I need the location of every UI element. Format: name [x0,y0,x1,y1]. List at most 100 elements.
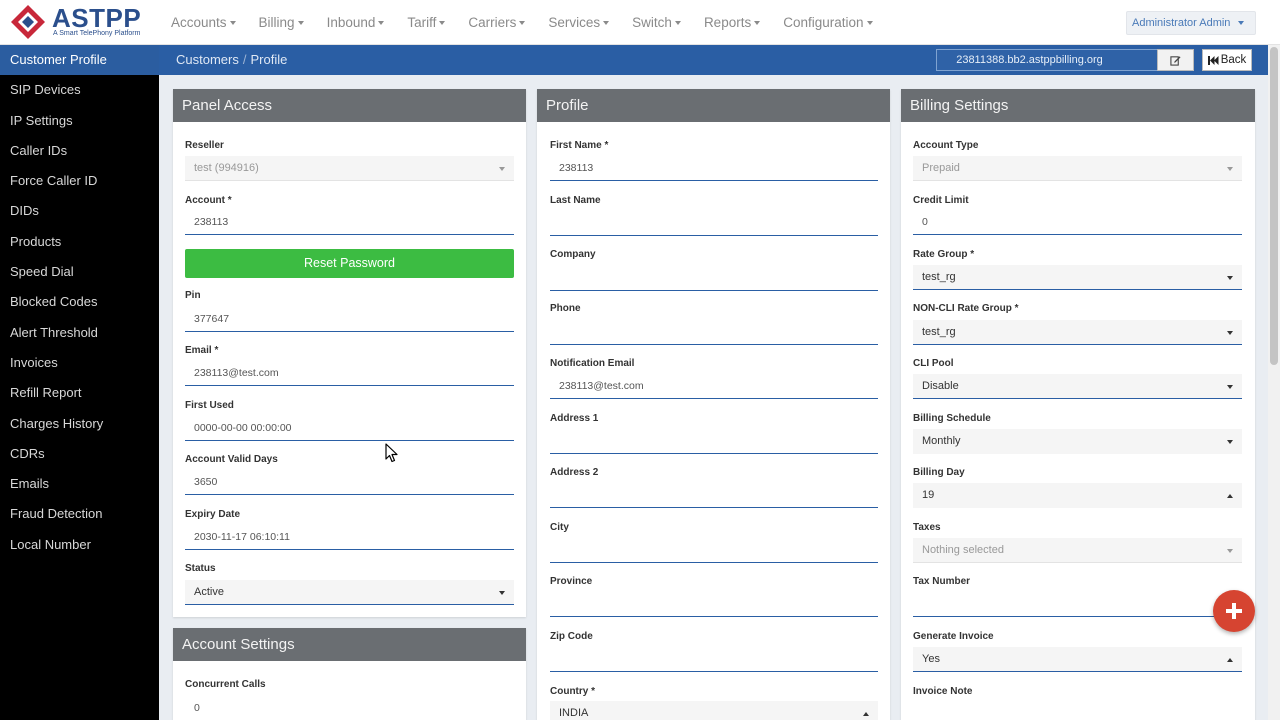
nav-billing[interactable]: Billing [259,15,304,30]
sidebar-item-ip-settings[interactable]: IP Settings [0,106,159,136]
nav-switch[interactable]: Switch [632,15,681,30]
billing-schedule-select[interactable]: Monthly [913,429,1242,454]
country-label: Country * [550,686,595,697]
page-scrollbar[interactable] [1268,45,1280,720]
cli-pool-select[interactable]: Disable [913,374,1242,399]
concurrent-calls-input[interactable]: 0 [185,696,514,720]
sidebar-item-customer-profile[interactable]: Customer Profile [0,45,159,76]
billing-day-value: 19 [922,489,935,501]
expiry-date-input[interactable]: 2030-11-17 06:10:11 [185,525,514,550]
brand-logo[interactable]: ASTPP A Smart TelePhony Platform [10,3,155,41]
sidebar-item-force-caller-id[interactable]: Force Caller ID [0,166,159,196]
rate-group-select[interactable]: test_rg [913,265,1242,290]
sidebar-item-cdrs[interactable]: CDRs [0,439,159,469]
sidebar-item-alert-threshold[interactable]: Alert Threshold [0,318,159,348]
billing-day-label: Billing Day [913,467,965,478]
rate-group-label: Rate Group * [913,249,975,260]
reset-password-button[interactable]: Reset Password [185,249,514,278]
last-name-input[interactable] [550,211,878,236]
sidebar-item-emails[interactable]: Emails [0,469,159,499]
valid-days-input[interactable]: 3650 [185,470,514,495]
generate-invoice-label: Generate Invoice [913,631,994,642]
domain-field: 23811388.bb2.astppbilling.org [936,49,1158,71]
caret-down-icon [603,21,610,26]
reseller-select[interactable]: test (994916) [185,156,514,181]
noncli-rate-group-select[interactable]: test_rg [913,320,1242,345]
address1-input[interactable] [550,429,878,454]
breadcrumb-customers[interactable]: Customers [176,52,239,67]
billing-day-select[interactable]: 19 [913,483,1242,508]
credit-limit-input[interactable]: 0 [913,210,1242,235]
sidebar-item-caller-ids[interactable]: Caller IDs [0,136,159,166]
province-input[interactable] [550,592,878,617]
nav-label: Tariff [407,15,437,30]
sidebar-item-local-number[interactable]: Local Number [0,530,159,560]
astpp-logo-icon [11,5,45,39]
panel-title: Profile [537,89,890,122]
status-select[interactable]: Active [185,580,514,605]
first-used-input[interactable]: 0000-00-00 00:00:00 [185,416,514,441]
status-label: Status [185,563,216,574]
tax-number-input[interactable] [913,592,1242,617]
notification-email-input[interactable]: 238113@test.com [550,374,878,399]
nav-label: Inbound [326,15,376,30]
panel-title: Billing Settings [901,89,1255,122]
caret-down-icon [1227,549,1233,553]
generate-invoice-select[interactable]: Yes [913,647,1242,672]
country-select[interactable]: INDIA [550,701,878,720]
generate-invoice-value: Yes [922,653,940,665]
domain-text: 23811388.bb2.astppbilling.org [956,54,1103,66]
nav-services[interactable]: Services [548,15,610,30]
caret-down-icon [378,21,385,26]
sidebar-item-charges-history[interactable]: Charges History [0,409,159,439]
email-input[interactable]: 238113@test.com [185,361,514,386]
sidebar-item-sip-devices[interactable]: SIP Devices [0,75,159,105]
caret-down-icon [866,21,873,26]
zip-code-input[interactable] [550,647,878,672]
nav-reports[interactable]: Reports [704,15,761,30]
pin-input[interactable]: 377647 [185,307,514,332]
address2-input[interactable] [550,483,878,508]
user-menu-button[interactable]: Administrator Admin [1126,11,1256,35]
taxes-select[interactable]: Nothing selected [913,538,1242,563]
sidebar-item-products[interactable]: Products [0,227,159,257]
account-type-select[interactable]: Prepaid [913,156,1242,181]
nav-label: Billing [258,15,295,30]
sidebar-item-dids[interactable]: DIDs [0,196,159,226]
caret-down-icon [1227,331,1233,335]
sidebar-item-invoices[interactable]: Invoices [0,348,159,378]
nav-accounts[interactable]: Accounts [171,15,236,30]
edit-domain-button[interactable] [1157,49,1194,71]
email-label: Email * [185,345,219,356]
pin-label: Pin [185,290,201,301]
nav-inbound[interactable]: Inbound [327,15,385,30]
caret-down-icon [439,21,446,26]
main-nav: Accounts Billing Inbound Tariff Carriers… [171,0,896,45]
phone-input[interactable] [550,320,878,345]
concurrent-calls-label: Concurrent Calls [185,679,266,690]
account-input[interactable]: 238113 [185,210,514,235]
nav-carriers[interactable]: Carriers [468,15,526,30]
first-name-input[interactable]: 238113 [550,156,878,181]
account-label: Account * [185,195,232,206]
nav-configuration[interactable]: Configuration [783,15,873,30]
city-input[interactable] [550,538,878,563]
noncli-rate-group-value: test_rg [922,326,956,338]
company-input[interactable] [550,266,878,291]
nav-label: Accounts [171,15,227,30]
cli-pool-value: Disable [922,380,959,392]
caret-down-icon [297,21,304,26]
back-button[interactable]: Back [1202,49,1252,71]
add-fab-button[interactable] [1213,590,1255,632]
sidebar-item-fraud-detection[interactable]: Fraud Detection [0,499,159,529]
phone-label: Phone [550,303,581,314]
sidebar-item-blocked-codes[interactable]: Blocked Codes [0,287,159,317]
city-label: City [550,522,569,533]
status-value: Active [194,586,224,598]
first-used-label: First Used [185,400,234,411]
nav-tariff[interactable]: Tariff [407,15,446,30]
sidebar-item-refill-report[interactable]: Refill Report [0,378,159,408]
scrollbar-thumb[interactable] [1270,47,1278,365]
breadcrumb: Customers / Profile [176,52,287,67]
sidebar-item-speed-dial[interactable]: Speed Dial [0,257,159,287]
